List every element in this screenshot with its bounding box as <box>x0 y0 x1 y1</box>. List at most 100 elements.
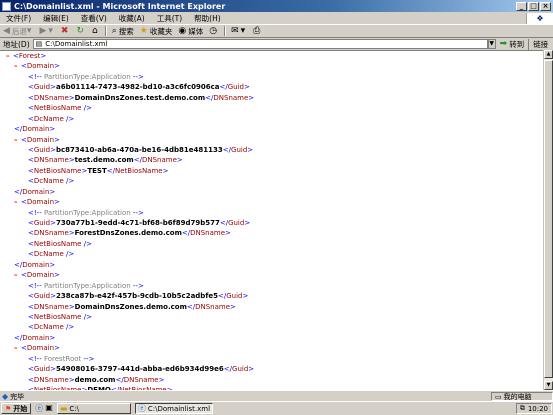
xml-document-view: – <Forest> – <Domain> <!-- PartitionType:App… <box>0 50 543 390</box>
element-value: test.demo.com <box>74 156 134 165</box>
menu-bar: 文件(F) 编辑(E) 查看(V) 收藏(A) 工具(T) 帮助(H) ❖ <box>0 12 553 24</box>
xml-line: – <Forest> <box>0 51 254 61</box>
xml-comment: PartitionType:Application <box>43 72 133 81</box>
back-label: 后退 <box>11 26 27 36</box>
taskbar-item-ie[interactable]: ⓔC:\Domainlist.xml -... <box>134 403 213 414</box>
scroll-thumb[interactable] <box>544 60 553 378</box>
window-controls: _ □ × <box>516 1 551 11</box>
xml-tree: – <Forest> – <Domain> <!-- PartitionType:App… <box>0 51 254 390</box>
xml-line: <DcName /> <box>0 322 254 332</box>
favorites-button[interactable]: ★ 收藏夹 <box>137 26 176 37</box>
address-input[interactable]: ▤ C:\Domainlist.xml <box>32 39 488 49</box>
go-button[interactable]: ➡ 转到 <box>496 39 529 50</box>
xml-line: <!-- PartitionType:Application --> <box>0 72 254 82</box>
desktop-quicklaunch-icon[interactable]: ▣ <box>45 403 53 414</box>
folder-icon: ▬ <box>59 404 68 413</box>
maximize-button[interactable]: □ <box>528 1 539 11</box>
window-title: C:\Domainlist.xml - Microsoft Internet E… <box>14 1 226 11</box>
menu-edit[interactable]: 编辑(E) <box>37 13 75 24</box>
xml-line: <NetBiosName /> <box>0 103 254 113</box>
tag-bracket: </ <box>186 302 196 311</box>
back-button[interactable]: ◀ 后退 ▾ <box>0 26 36 37</box>
mail-button[interactable]: ✉ ▾ <box>228 26 250 36</box>
favorites-label: 收藏夹 <box>149 26 173 36</box>
task-label: C:\Domainlist.xml -... <box>147 404 212 413</box>
vertical-scrollbar[interactable]: ▲ ▼ <box>543 50 553 390</box>
tag-name: Guid <box>33 292 51 301</box>
close-button[interactable]: × <box>540 1 551 11</box>
tag-name: DNSname <box>195 302 231 311</box>
element-value: 54908016-3797-441d-abba-ed6b934d99e6 <box>56 365 224 374</box>
tag-bracket: /> <box>63 177 75 186</box>
minimize-button[interactable]: _ <box>516 1 527 11</box>
collapse-toggle[interactable]: – <box>6 51 13 61</box>
tag-bracket: > <box>244 219 251 227</box>
comment-bracket: <!-- <box>28 72 44 81</box>
stop-button[interactable]: ✖ <box>58 26 74 36</box>
go-label: 转到 <box>509 39 525 49</box>
search-button[interactable]: ⌕ 搜索 <box>109 26 137 37</box>
home-button[interactable]: ⌂ <box>89 26 103 36</box>
tag-name: Guid <box>231 145 248 154</box>
xml-comment: PartitionType:Application <box>43 208 133 217</box>
task-label: C:\ <box>69 404 80 413</box>
tag-bracket: /> <box>63 250 75 259</box>
tag-bracket: </ <box>106 166 115 175</box>
collapse-toggle[interactable]: – <box>14 197 21 207</box>
tag-bracket: </ <box>133 156 142 165</box>
status-text: ◆ 完毕 <box>0 392 24 402</box>
links-button[interactable]: 链接 <box>528 38 548 50</box>
menu-view[interactable]: 查看(V) <box>75 13 113 24</box>
xml-line: <Guid>238ca87b-e42f-457b-9cdb-10b5c2adbf… <box>0 291 254 301</box>
collapse-toggle[interactable]: – <box>14 270 21 280</box>
menu-favorites[interactable]: 收藏(A) <box>113 13 151 24</box>
toolbar-separator <box>104 26 107 36</box>
mail-icon: ✉ <box>231 26 239 36</box>
tag-name: Domain <box>26 62 55 71</box>
tag-name: DNSname <box>33 375 69 384</box>
element-value: 730a77b1-9edd-4c71-bf68-b6f89d79b577 <box>56 219 220 227</box>
tag-bracket: </ <box>217 292 227 301</box>
xml-line: <DcName /> <box>0 176 254 186</box>
xml-line: <DcName /> <box>0 114 254 124</box>
media-button[interactable]: ◉ 媒体 <box>175 26 206 37</box>
comment-bracket: --> <box>132 72 144 81</box>
tag-bracket: > <box>176 156 183 165</box>
taskbar-item-explorer[interactable]: ▬ C:\ <box>56 403 131 414</box>
network-icon[interactable]: ⧉ <box>520 404 525 413</box>
menu-file[interactable]: 文件(F) <box>0 13 37 24</box>
scroll-up-arrow[interactable]: ▲ <box>544 50 553 59</box>
start-button[interactable]: ⚑ 开始 <box>1 403 32 414</box>
xml-line: – <Domain> <box>0 135 254 145</box>
element-value: 238ca87b-e42f-457b-9cdb-10b5c2adbfe5 <box>56 292 218 301</box>
collapse-toggle[interactable]: – <box>14 343 21 353</box>
go-arrow-icon: ➡ <box>499 39 508 49</box>
ie-quicklaunch-icon[interactable]: ⓔ <box>35 403 43 414</box>
collapse-toggle[interactable]: – <box>14 61 21 71</box>
menu-tools[interactable]: 工具(T) <box>151 13 188 24</box>
xml-line: <DNSname>DomainDnsZones.test.demo.com</D… <box>0 93 254 103</box>
menu-help[interactable]: 帮助(H) <box>188 13 227 24</box>
stop-icon: ✖ <box>60 26 69 36</box>
comment-bracket: --> <box>132 281 144 290</box>
print-button[interactable]: ⎙ <box>250 26 265 36</box>
history-button[interactable]: ◷ <box>206 26 222 36</box>
security-zone: ▭ 我的电脑 <box>491 392 553 401</box>
refresh-button[interactable]: ↻ <box>73 26 89 36</box>
tag-name: Domain <box>22 333 50 342</box>
collapse-toggle[interactable]: – <box>14 135 21 145</box>
xml-line: <!-- ForestRoot --> <box>0 354 254 364</box>
tag-name: DcName <box>33 250 64 259</box>
address-bar: 地址(D) ▤ C:\Domainlist.xml ▼ ➡ 转到 链接 <box>0 38 553 50</box>
address-dropdown-button[interactable]: ▼ <box>487 39 496 49</box>
tag-name: DNSname <box>190 229 226 238</box>
xml-line: <NetBiosName /> <box>0 239 254 249</box>
tag-name: NetBiosName <box>33 239 82 248</box>
tag-bracket: > <box>54 344 60 353</box>
tag-bracket: > <box>49 187 56 196</box>
scroll-down-arrow[interactable]: ▼ <box>544 381 553 390</box>
forward-button[interactable]: ▶ ▾ <box>36 26 57 36</box>
tag-bracket: > <box>162 166 169 175</box>
start-label: 开始 <box>13 404 28 413</box>
print-icon: ⎙ <box>253 26 261 36</box>
